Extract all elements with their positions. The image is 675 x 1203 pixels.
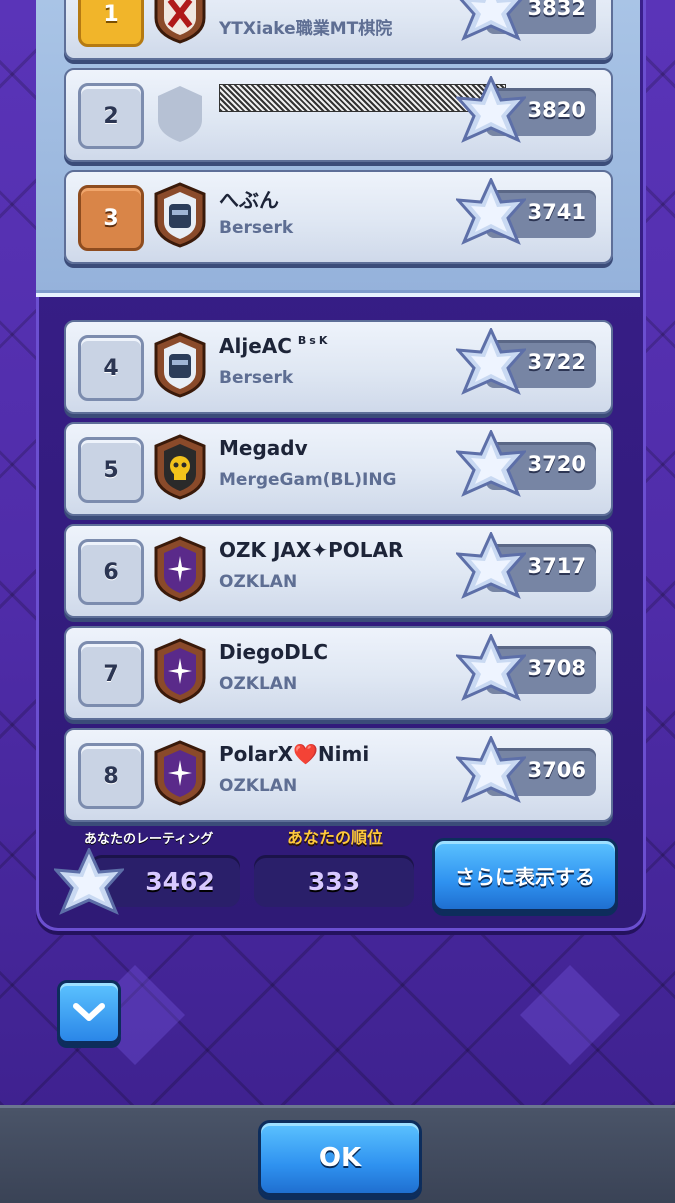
trophy-score: 3741 (527, 200, 586, 224)
your-rank-value: 333 (307, 866, 361, 896)
rank-badge-gold: 1 (78, 0, 144, 47)
your-rank-label: あなたの順位 (286, 828, 383, 847)
show-more-button[interactable]: さらに表示する (432, 838, 618, 912)
clan-badge-star-icon (154, 740, 206, 806)
scroll-down-button[interactable] (57, 980, 121, 1044)
leaderboard-row-4[interactable]: 4 AljeAC BsK Berserk 3722 (64, 320, 613, 414)
rank-badge: 4 (78, 335, 144, 401)
rank-badge: 2 (78, 83, 144, 149)
rating-star-gem-icon (459, 0, 523, 41)
rating-star-gem-icon (456, 532, 526, 599)
rating-star-gem-icon (456, 178, 526, 245)
trophy-score: 3720 (527, 452, 586, 476)
your-rating-value: 3462 (145, 866, 215, 896)
your-rank-box: 333 (254, 855, 414, 907)
player-name-text: AljeAC (219, 334, 292, 358)
leaderboard-row-6[interactable]: 6 OZK JAX✦POLAR OZKLAN 3717 (64, 524, 613, 618)
rating-star-gem-icon (456, 736, 526, 803)
clan-badge-star-icon (154, 536, 206, 602)
leaderboard-row-8[interactable]: 8 PolarX❤️Nimi OZKLAN 3706 (64, 728, 613, 822)
background-gem-decoration (520, 965, 620, 1065)
rank-badge: 6 (78, 539, 144, 605)
clan-badge-helmet-icon (154, 332, 206, 398)
chevron-down-icon (73, 1003, 105, 1021)
trophy-score: 3706 (527, 758, 586, 782)
rating-star-gem-icon (456, 634, 526, 701)
clan-badge-helmet-icon (154, 182, 206, 248)
trophy-score: 3832 (527, 0, 586, 20)
rank-badge: 7 (78, 641, 144, 707)
trophy-score: 3708 (527, 656, 586, 680)
trophy-score: 3722 (527, 350, 586, 374)
clan-badge-skull-icon (154, 434, 206, 500)
leaderboard-row-5[interactable]: 5 Megadv MergeGam(BL)ING 3720 (64, 422, 613, 516)
trophy-score: 3820 (527, 98, 586, 122)
leaderboard-row-7[interactable]: 7 DiegoDLC OZKLAN 3708 (64, 626, 613, 720)
trophy-score: 3717 (527, 554, 586, 578)
leaderboard-row-3[interactable]: 3 へぶん Berserk 3741 (64, 170, 613, 264)
rank-badge: 8 (78, 743, 144, 809)
clan-badge-star-icon (154, 638, 206, 704)
no-clan-shield-icon (158, 86, 202, 142)
clan-badge-red-x-icon (154, 0, 206, 44)
rating-star-gem-icon (456, 328, 526, 395)
leaderboard-row-2[interactable]: 2 3820 (64, 68, 613, 162)
ok-button[interactable]: OK (258, 1120, 422, 1196)
rating-star-gem-icon (456, 430, 526, 497)
rating-star-gem-icon (456, 76, 526, 143)
rank-badge: 5 (78, 437, 144, 503)
your-rating-label: あなたのレーティング (84, 832, 214, 847)
rating-star-gem-icon (54, 848, 124, 915)
player-name-tag: BsK (297, 334, 331, 347)
leaderboard-row-1[interactable]: 1 YTXiake職業MT棋院 3832 (64, 0, 613, 60)
rank-badge-bronze: 3 (78, 185, 144, 251)
